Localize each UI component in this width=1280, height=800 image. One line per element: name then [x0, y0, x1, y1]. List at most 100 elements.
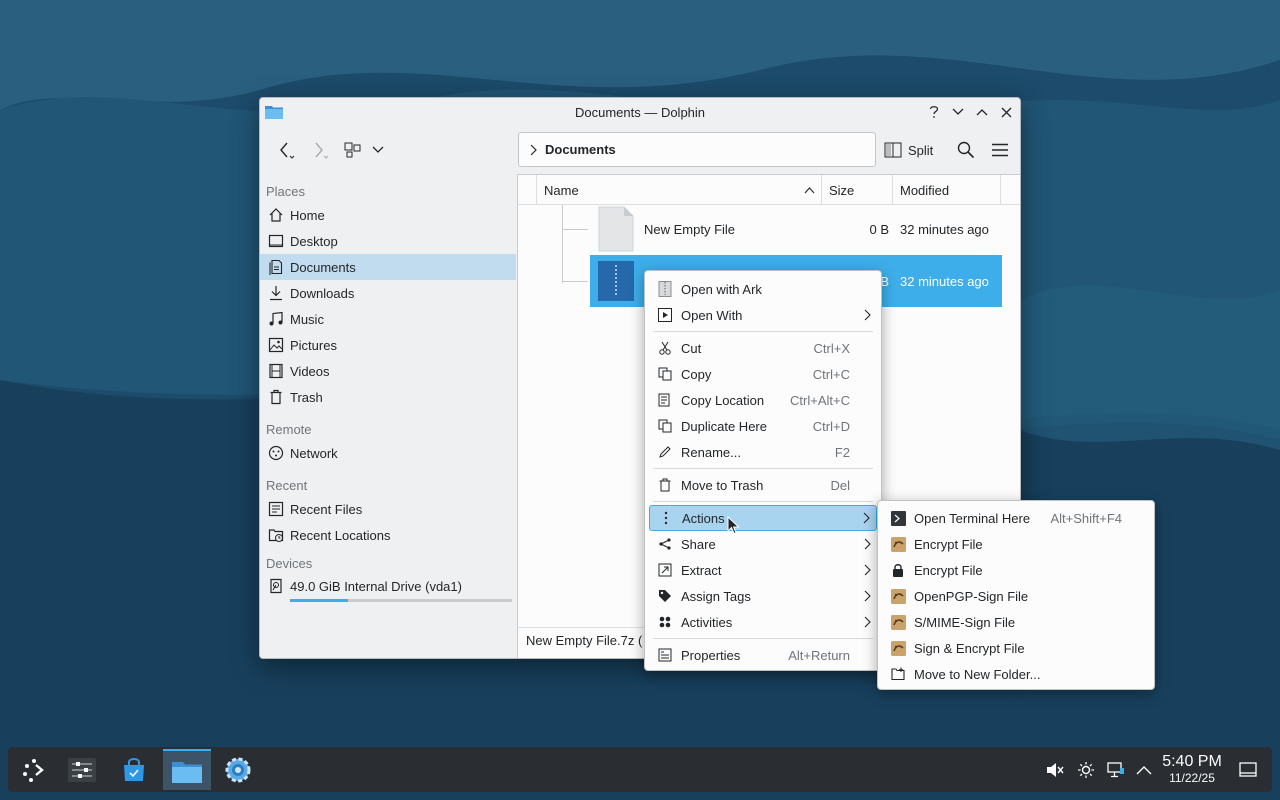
- menu-cut[interactable]: Cut Ctrl+X: [649, 335, 877, 361]
- file-row-new-empty-file[interactable]: New Empty File 0 B 32 minutes ago: [590, 203, 1002, 255]
- window-title: Documents — Dolphin: [574, 104, 706, 120]
- task-dolphin[interactable]: [163, 749, 211, 790]
- minimize-icon[interactable]: [948, 102, 968, 122]
- menu-rename[interactable]: Rename... F2: [649, 439, 877, 465]
- status-bar-text: New Empty File.7z (: [526, 633, 643, 648]
- network-wired-icon[interactable]: [1105, 759, 1127, 781]
- place-desktop[interactable]: Desktop: [260, 228, 516, 254]
- menu-activities[interactable]: Activities: [649, 609, 877, 635]
- lock-icon: [890, 562, 906, 578]
- recent-files-icon: [268, 501, 284, 517]
- kleopatra-icon: [890, 640, 906, 656]
- menu-assign-tags[interactable]: Assign Tags: [649, 583, 877, 609]
- back-arrow-icon: [280, 142, 295, 159]
- network-icon: [268, 445, 284, 461]
- place-recent-files[interactable]: Recent Files: [260, 496, 516, 522]
- menu-actions[interactable]: Actions: [649, 505, 877, 531]
- ark-icon: [657, 281, 673, 297]
- gear-icon: [225, 757, 251, 782]
- view-mode-button[interactable]: [342, 135, 386, 165]
- task-discover[interactable]: [112, 749, 156, 790]
- menu-open-with[interactable]: Open With: [649, 302, 877, 328]
- help-icon[interactable]: [924, 102, 944, 122]
- chevron-down-icon: [372, 146, 384, 153]
- column-name[interactable]: Name: [536, 175, 822, 205]
- rename-icon: [657, 444, 673, 460]
- actions-submenu: Open Terminal Here Alt+Shift+F4 Encrypt …: [877, 500, 1155, 690]
- discover-store-icon: [124, 757, 144, 781]
- forward-button[interactable]: [308, 135, 334, 165]
- tag-icon: [657, 588, 673, 604]
- digital-clock[interactable]: 5:40 PM 11/22/25: [1160, 753, 1224, 785]
- menu-separator: [653, 468, 873, 469]
- close-icon[interactable]: [996, 102, 1016, 122]
- places-panel: Places Home Desktop Documents Downloads …: [260, 174, 517, 658]
- submenu-encrypt-file-lock[interactable]: Encrypt File: [882, 557, 1150, 583]
- menu-move-to-trash[interactable]: Move to Trash Del: [649, 472, 877, 498]
- menu-copy-location[interactable]: Copy Location Ctrl+Alt+C: [649, 387, 877, 413]
- split-button[interactable]: Split: [884, 138, 933, 162]
- menu-extract[interactable]: Extract: [649, 557, 877, 583]
- actions-icon: [658, 510, 674, 526]
- place-trash[interactable]: Trash: [260, 384, 516, 410]
- menu-share[interactable]: Share: [649, 531, 877, 557]
- cut-icon: [657, 340, 673, 356]
- search-button[interactable]: [954, 138, 978, 162]
- menu-open-with-ark[interactable]: Open with Ark: [649, 276, 877, 302]
- terminal-icon: [890, 510, 906, 526]
- forward-arrow-icon: [315, 142, 329, 159]
- section-remote: Remote: [266, 422, 312, 437]
- documents-icon: [268, 259, 284, 275]
- clock-date: 11/22/25: [1169, 771, 1215, 785]
- menu-separator: [653, 638, 873, 639]
- menu-properties[interactable]: Properties Alt+Return: [649, 642, 877, 668]
- brightness-icon[interactable]: [1075, 759, 1097, 781]
- show-hidden-icons-icon[interactable]: [1133, 759, 1155, 781]
- place-internal-drive[interactable]: 49.0 GiB Internal Drive (vda1): [260, 574, 516, 598]
- breadcrumb-documents[interactable]: Documents: [545, 142, 616, 157]
- column-size[interactable]: Size: [822, 175, 893, 205]
- hamburger-icon: [992, 143, 1008, 157]
- kleopatra-icon: [890, 614, 906, 630]
- place-home[interactable]: Home: [260, 202, 516, 228]
- submenu-encrypt-file[interactable]: Encrypt File: [882, 531, 1150, 557]
- submenu-move-to-new-folder[interactable]: Move to New Folder...: [882, 661, 1150, 687]
- dolphin-folder-icon: [172, 761, 202, 783]
- archive-file-icon: [598, 261, 634, 301]
- place-downloads[interactable]: Downloads: [260, 280, 516, 306]
- section-recent: Recent: [266, 478, 308, 493]
- place-documents[interactable]: Documents: [260, 254, 516, 280]
- column-header: Name Size Modified: [518, 175, 1020, 205]
- place-pictures[interactable]: Pictures: [260, 332, 516, 358]
- tree-line: [562, 281, 588, 282]
- submenu-smime-sign-file[interactable]: S/MIME-Sign File: [882, 609, 1150, 635]
- column-modified[interactable]: Modified: [893, 175, 1001, 205]
- chevron-right-icon: [864, 564, 871, 576]
- show-desktop-icon[interactable]: [1237, 759, 1259, 781]
- submenu-sign-and-encrypt-file[interactable]: Sign & Encrypt File: [882, 635, 1150, 661]
- application-launcher[interactable]: [12, 749, 56, 790]
- taskbar: 5:40 PM 11/22/25: [8, 747, 1272, 792]
- task-system-settings[interactable]: [216, 749, 260, 790]
- menu-copy[interactable]: Copy Ctrl+C: [649, 361, 877, 387]
- place-music[interactable]: Music: [260, 306, 516, 332]
- maximize-icon[interactable]: [972, 102, 992, 122]
- hamburger-menu-button[interactable]: [988, 138, 1012, 162]
- title-bar[interactable]: Documents — Dolphin: [260, 98, 1020, 126]
- location-bar[interactable]: Documents: [518, 132, 876, 167]
- submenu-openpgp-sign-file[interactable]: OpenPGP-Sign File: [882, 583, 1150, 609]
- trash-icon: [268, 389, 284, 405]
- drive-icon: [268, 578, 284, 594]
- place-network[interactable]: Network: [260, 440, 516, 466]
- menu-duplicate-here[interactable]: Duplicate Here Ctrl+D: [649, 413, 877, 439]
- kleopatra-icon: [890, 536, 906, 552]
- place-recent-locations[interactable]: Recent Locations: [260, 522, 516, 548]
- submenu-open-terminal-here[interactable]: Open Terminal Here Alt+Shift+F4: [882, 505, 1150, 531]
- kde-launcher-icon: [23, 758, 44, 782]
- task-system-settings-panel[interactable]: [60, 749, 104, 790]
- place-videos[interactable]: Videos: [260, 358, 516, 384]
- back-button[interactable]: [274, 135, 300, 165]
- volume-muted-icon[interactable]: [1044, 759, 1066, 781]
- chevron-right-icon: [864, 538, 871, 550]
- properties-icon: [657, 647, 673, 663]
